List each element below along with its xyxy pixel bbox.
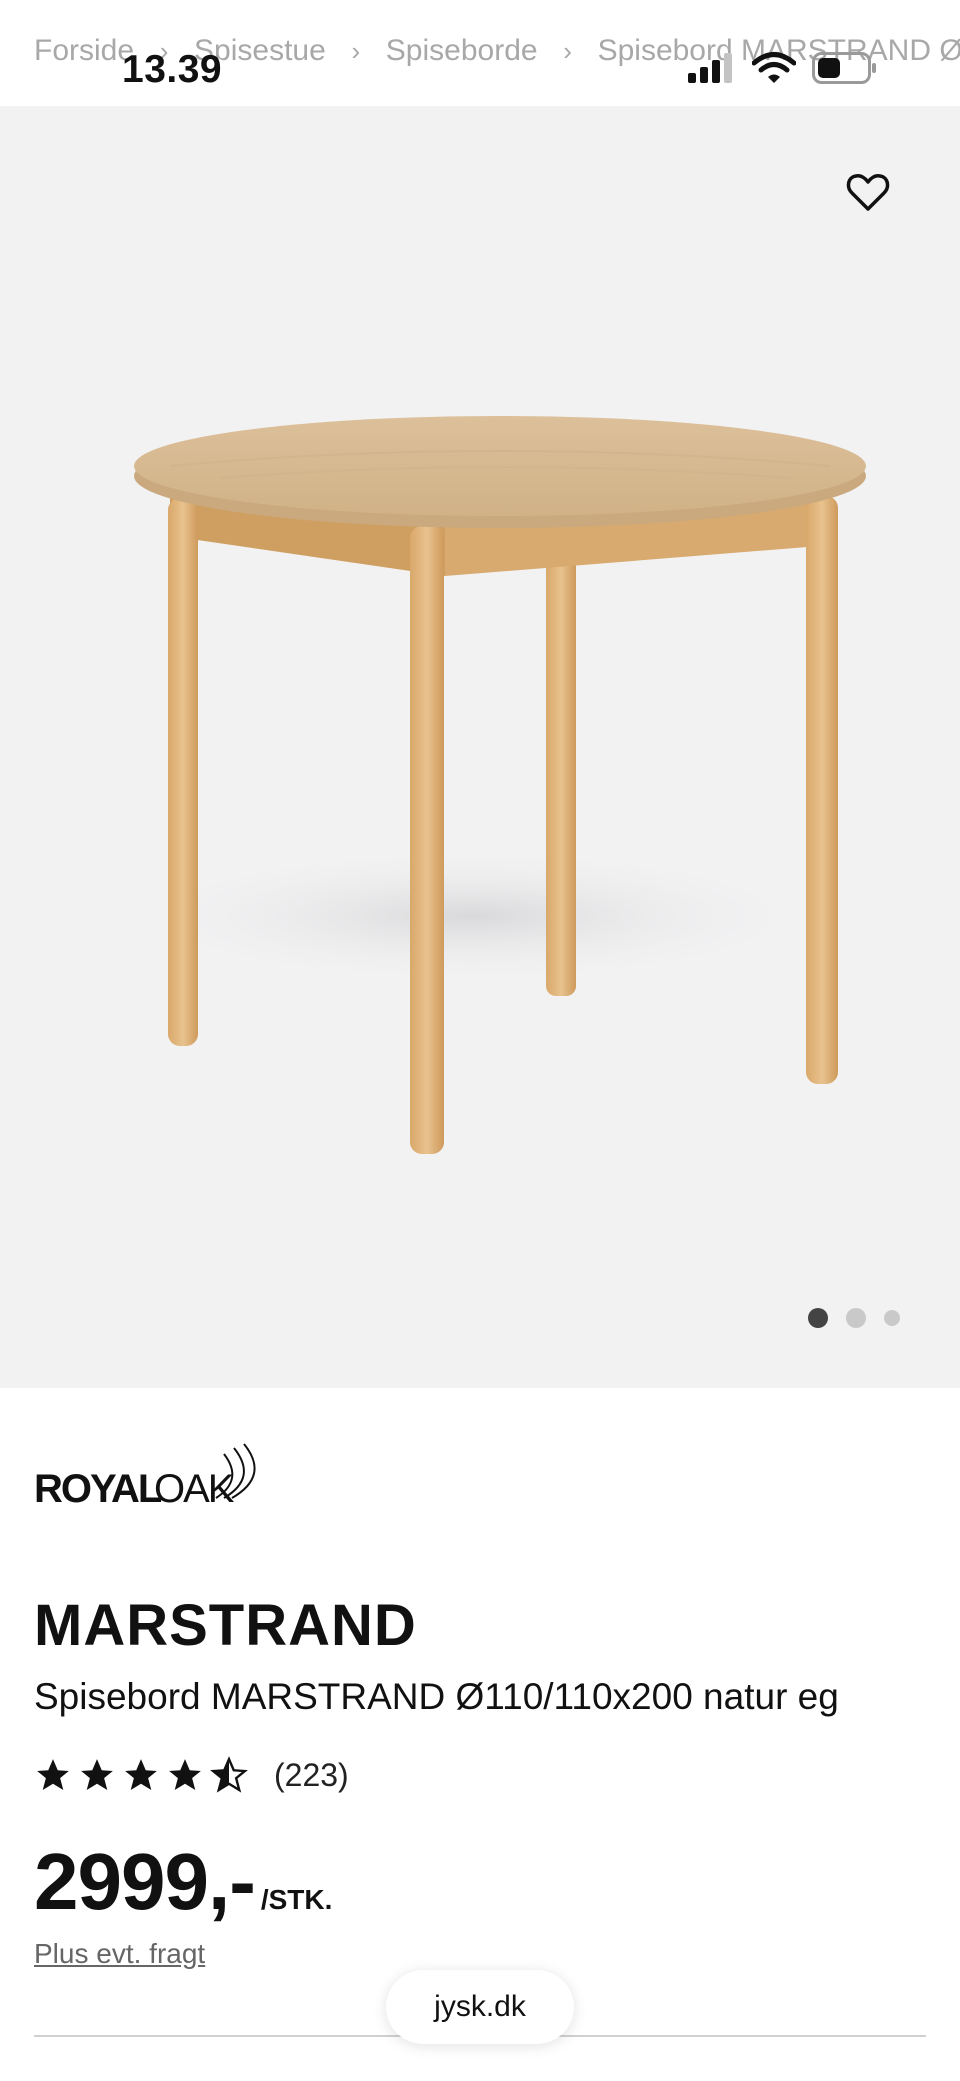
status-icons (688, 52, 878, 84)
product-rating[interactable]: (223) (34, 1756, 349, 1794)
browser-url-bar[interactable]: jysk.dk (386, 1970, 574, 2044)
battery-icon (812, 52, 876, 84)
url-text: jysk.dk (434, 1990, 526, 2023)
carousel-indicator (808, 1308, 900, 1328)
product-image-carousel[interactable] (0, 106, 960, 1388)
star-full-icon (169, 1759, 201, 1791)
product-price: 2999,- /STK. (34, 1836, 332, 1928)
svg-text:ROYAL: ROYAL (34, 1467, 162, 1511)
wifi-icon (752, 52, 796, 83)
heart-icon[interactable] (844, 168, 892, 216)
carousel-dot-2[interactable] (846, 1308, 866, 1328)
price-unit: /STK. (260, 1884, 333, 1915)
cellular-signal-icon (688, 53, 732, 83)
product-title: MARSTRAND (34, 1593, 417, 1658)
star-full-icon (37, 1759, 69, 1791)
carousel-dot-3[interactable] (884, 1310, 900, 1326)
brand-logo: ROYAL OAK (34, 1440, 264, 1525)
star-half-icon (210, 1756, 248, 1793)
review-count[interactable]: (223) (274, 1757, 349, 1794)
star-full-icon (81, 1759, 113, 1791)
breadcrumb-item-home[interactable]: Forside (34, 34, 134, 68)
product-image (110, 416, 866, 1154)
top-bar: Forside › Spisestue › Spiseborde › Spise… (0, 0, 960, 106)
rating-stars (34, 1756, 248, 1794)
carousel-dot-1[interactable] (808, 1308, 828, 1328)
breadcrumb-item-dining-tables[interactable]: Spiseborde (386, 34, 538, 68)
product-subtitle: Spisebord MARSTRAND Ø110/110x200 natur e… (34, 1676, 839, 1717)
svg-text:OAK: OAK (154, 1467, 235, 1511)
chevron-right-icon: › (563, 35, 572, 66)
status-time: 13.39 (122, 48, 223, 91)
chevron-right-icon: › (351, 35, 361, 66)
freight-link[interactable]: Plus evt. fragt (34, 1938, 205, 1970)
star-full-icon (125, 1759, 157, 1791)
price-value: 2999,- (34, 1837, 256, 1926)
